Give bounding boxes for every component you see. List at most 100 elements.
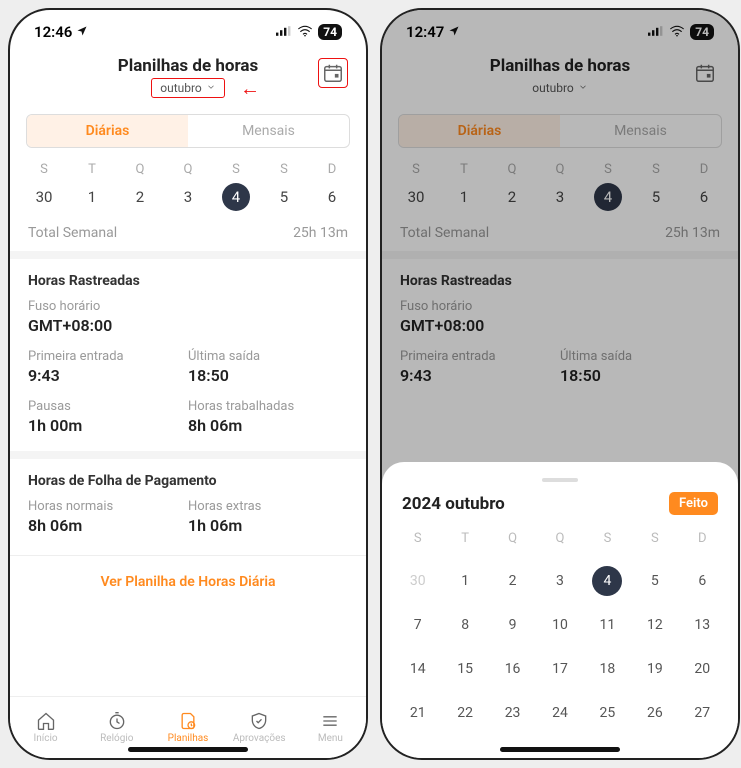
location-icon: [448, 23, 460, 41]
calendar-day[interactable]: 23: [489, 698, 536, 728]
calendar-day[interactable]: 16: [489, 654, 536, 684]
month-selector[interactable]: outubro: [523, 78, 597, 98]
nav-home[interactable]: Início: [10, 697, 81, 758]
week-day[interactable]: Q2: [495, 162, 529, 211]
calendar-day[interactable]: 12: [631, 610, 678, 640]
calendar-day[interactable]: 26: [631, 698, 678, 728]
calendar-dow: D: [679, 525, 726, 552]
open-calendar-button[interactable]: [318, 58, 348, 88]
first-in-value: 9:43: [28, 366, 188, 385]
view-daily-timesheet-link[interactable]: Ver Planilha de Horas Diária: [10, 555, 366, 604]
week-day-selected[interactable]: S4: [219, 162, 253, 211]
weekly-total-value: 25h 13m: [293, 225, 348, 241]
weekly-total-row: Total Semanal 25h 13m: [10, 215, 366, 259]
first-in-value: 9:43: [400, 366, 560, 385]
week-day-selected[interactable]: S4: [591, 162, 625, 211]
week-day[interactable]: Q3: [543, 162, 577, 211]
tab-daily[interactable]: Diárias: [399, 115, 560, 147]
calendar-grid: S T Q Q S S D 30 1 2 3 4 5 6 7 8 9 10 11…: [394, 525, 726, 728]
first-in-label: Primeira entrada: [400, 349, 560, 364]
shield-check-icon: [249, 711, 269, 731]
calendar-day[interactable]: 25: [584, 698, 631, 728]
week-day[interactable]: D6: [315, 162, 349, 211]
calendar-dow: T: [441, 525, 488, 552]
calendar-day[interactable]: 17: [536, 654, 583, 684]
week-day[interactable]: S30: [399, 162, 433, 211]
calendar-dow: S: [631, 525, 678, 552]
calendar-day[interactable]: 27: [679, 698, 726, 728]
week-day[interactable]: S30: [27, 162, 61, 211]
wifi-icon: [297, 23, 313, 41]
calendar-day[interactable]: 3: [536, 566, 583, 596]
calendar-day[interactable]: 1: [441, 566, 488, 596]
nav-menu[interactable]: Menu: [295, 697, 366, 758]
page-header: Planilhas de horas outubro ←: [10, 54, 366, 104]
calendar-bottom-sheet: 2024 outubro Feito S T Q Q S S D 30 1 2 …: [382, 462, 738, 758]
calendar-day[interactable]: 11: [584, 610, 631, 640]
page-header: Planilhas de horas outubro: [382, 54, 738, 104]
section-divider: [10, 451, 366, 459]
last-out-value: 18:50: [188, 366, 348, 385]
calendar-day[interactable]: 9: [489, 610, 536, 640]
calendar-day[interactable]: 22: [441, 698, 488, 728]
battery-level: 74: [690, 24, 714, 40]
calendar-day[interactable]: 14: [394, 654, 441, 684]
home-icon: [36, 711, 56, 731]
sheet-grab-handle[interactable]: [542, 478, 578, 482]
view-tabs: Diárias Mensais: [26, 114, 350, 148]
calendar-day[interactable]: 2: [489, 566, 536, 596]
calendar-day[interactable]: 21: [394, 698, 441, 728]
week-day[interactable]: T1: [75, 162, 109, 211]
calendar-day[interactable]: 5: [631, 566, 678, 596]
page-title: Planilhas de horas: [22, 56, 354, 76]
open-calendar-button[interactable]: [690, 58, 720, 88]
first-in-label: Primeira entrada: [28, 349, 188, 364]
calendar-day[interactable]: 24: [536, 698, 583, 728]
calendar-day-prev-month[interactable]: 30: [394, 566, 441, 596]
calendar-dow: Q: [489, 525, 536, 552]
calendar-day[interactable]: 6: [679, 566, 726, 596]
week-day[interactable]: S5: [639, 162, 673, 211]
week-day[interactable]: Q2: [123, 162, 157, 211]
payroll-hours-section: Horas de Folha de Pagamento Horas normai…: [10, 459, 366, 551]
weekly-total-value: 25h 13m: [665, 225, 720, 241]
tab-monthly[interactable]: Mensais: [188, 115, 349, 147]
weekly-total-row: Total Semanal 25h 13m: [382, 215, 738, 259]
calendar-dow: S: [394, 525, 441, 552]
week-day[interactable]: S5: [267, 162, 301, 211]
weekly-total-label: Total Semanal: [400, 225, 489, 241]
calendar-day[interactable]: 19: [631, 654, 678, 684]
calendar-day[interactable]: 13: [679, 610, 726, 640]
week-day[interactable]: D6: [687, 162, 721, 211]
week-day-strip: S30 T1 Q2 Q3 S4 S5 D6: [392, 162, 728, 211]
week-day[interactable]: T1: [447, 162, 481, 211]
signal-icon: [276, 23, 292, 41]
calendar-day[interactable]: 18: [584, 654, 631, 684]
month-selector-label: outubro: [160, 81, 202, 95]
calendar-day[interactable]: 10: [536, 610, 583, 640]
stopwatch-icon: [107, 711, 127, 731]
extra-hours-value: 1h 06m: [188, 516, 348, 535]
view-tabs: Diárias Mensais: [398, 114, 722, 148]
calendar-day[interactable]: 7: [394, 610, 441, 640]
tab-daily[interactable]: Diárias: [27, 115, 188, 147]
done-button[interactable]: Feito: [669, 492, 718, 515]
tracked-hours-section: Horas Rastreadas Fuso horárioGMT+08:00 P…: [10, 259, 366, 451]
weekly-total-label: Total Semanal: [28, 225, 117, 241]
calendar-day[interactable]: 8: [441, 610, 488, 640]
home-indicator: [128, 747, 248, 752]
calendar-day[interactable]: 20: [679, 654, 726, 684]
menu-icon: [320, 711, 340, 731]
month-selector[interactable]: outubro: [151, 78, 225, 98]
last-out-label: Última saída: [560, 349, 720, 364]
tab-monthly[interactable]: Mensais: [560, 115, 721, 147]
worked-value: 8h 06m: [188, 416, 348, 435]
timezone-label: Fuso horário: [28, 299, 348, 314]
location-icon: [76, 23, 88, 41]
calendar-day[interactable]: 15: [441, 654, 488, 684]
calendar-day-selected[interactable]: 4: [584, 566, 631, 596]
status-bar: 12:46 74: [10, 10, 366, 54]
week-day[interactable]: Q3: [171, 162, 205, 211]
document-clock-icon: [178, 711, 198, 731]
breaks-value: 1h 00m: [28, 416, 188, 435]
